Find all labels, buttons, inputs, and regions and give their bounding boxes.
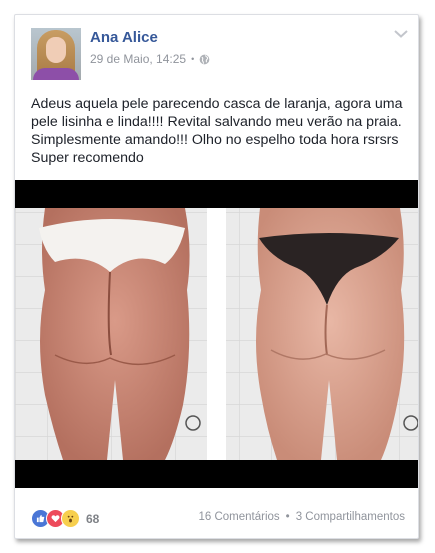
reaction-count: 68 bbox=[86, 511, 100, 526]
meta-separator: • bbox=[191, 54, 195, 64]
post-stats: 16 Comentários • 3 Compartilhamentos bbox=[198, 511, 405, 523]
post-photo[interactable] bbox=[15, 180, 418, 488]
globe-icon[interactable] bbox=[199, 54, 210, 65]
wow-icon bbox=[61, 509, 80, 528]
comments-link[interactable]: 16 Comentários bbox=[198, 511, 279, 523]
post-footer: 68 16 Comentários • 3 Compartilhamentos bbox=[15, 497, 418, 537]
post-timestamp[interactable]: 29 de Maio, 14:25 bbox=[90, 52, 186, 66]
shares-link[interactable]: 3 Compartilhamentos bbox=[296, 511, 405, 523]
post-text: Adeus aquela pele parecendo casca de lar… bbox=[31, 96, 403, 166]
before-after-image bbox=[15, 180, 418, 488]
post-meta: 29 de Maio, 14:25 • bbox=[90, 52, 210, 66]
reactions-summary[interactable]: 68 bbox=[31, 509, 99, 528]
stats-separator: • bbox=[285, 511, 290, 523]
chevron-down-icon[interactable] bbox=[394, 29, 408, 39]
author-name[interactable]: Ana Alice bbox=[90, 29, 158, 46]
post-card: Ana Alice 29 de Maio, 14:25 • Adeus aque… bbox=[14, 14, 419, 539]
avatar[interactable] bbox=[31, 28, 81, 80]
